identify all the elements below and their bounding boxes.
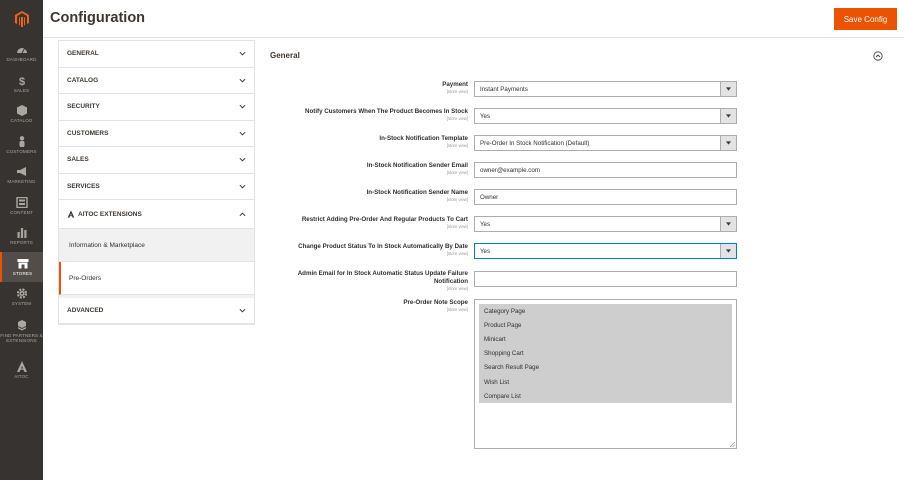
person-icon [19, 135, 24, 147]
nav-sales[interactable]: $ Sales [0, 69, 43, 100]
scope-label: [store view] [446, 116, 468, 121]
option-minicart[interactable]: Minicart [479, 332, 732, 347]
caret-down-icon [726, 114, 731, 118]
store-icon [17, 258, 28, 269]
tab-security[interactable]: SECURITY [59, 94, 254, 121]
magento-logo-icon[interactable] [0, 0, 43, 38]
field-label: In-Stock Notification Sender Email [366, 162, 468, 169]
resize-handle-icon[interactable] [729, 441, 735, 447]
save-config-button[interactable]: Save Config [834, 8, 897, 30]
option-shopping-cart[interactable]: Shopping Cart [479, 346, 732, 361]
notify-customers-select[interactable]: Yes [474, 108, 737, 124]
page-title: Configuration [50, 10, 146, 26]
admin-email-input[interactable] [474, 271, 737, 287]
chevron-down-icon [239, 131, 246, 136]
option-category-page[interactable]: Category Page [479, 304, 732, 319]
field-label: Pre-Order Note Scope [403, 299, 468, 306]
megaphone-icon [16, 167, 26, 177]
box-icon [16, 105, 27, 117]
option-product-page[interactable]: Product Page [479, 318, 732, 333]
caret-down-icon [726, 87, 731, 91]
change-status-select[interactable]: Yes [474, 243, 737, 259]
field-label: Admin Email for In Stock Automatic Statu… [297, 270, 468, 285]
cubes-icon [17, 320, 26, 331]
scope-label: [store view] [446, 143, 468, 148]
svg-text:$: $ [18, 76, 24, 86]
tab-services[interactable]: SERVICES [59, 173, 254, 200]
admin-sidebar: Dashboard $ Sales Catalog Customers Mark… [0, 0, 43, 480]
nav-customers[interactable]: Customers [0, 130, 43, 161]
field-label: Payment [442, 81, 468, 88]
dollar-icon: $ [18, 76, 24, 86]
field-label: Notify Customers When The Product Become… [305, 108, 468, 115]
scope-label: [store view] [446, 89, 468, 94]
layout-icon [15, 196, 28, 208]
tab-advanced[interactable]: ADVANCED [59, 295, 254, 324]
scope-label: [store view] [446, 286, 468, 291]
nav-catalog[interactable]: Catalog [0, 99, 43, 130]
header-divider [43, 37, 904, 38]
config-tabs: GENERAL CATALOG SECURITY CUSTOMERS SALES… [58, 40, 255, 325]
nav-stores[interactable]: Stores [0, 251, 43, 282]
field-label: In-Stock Notification Sender Name [366, 189, 468, 196]
dashboard-icon [16, 48, 27, 54]
scope-label: [store view] [446, 197, 468, 202]
payment-select[interactable]: Instant Payments [474, 81, 737, 97]
nav-content[interactable]: Content [0, 191, 43, 222]
section-title[interactable]: General [270, 51, 300, 60]
nav-dashboard[interactable]: Dashboard [0, 38, 43, 69]
nav-reports[interactable]: Reports [0, 221, 43, 252]
chevron-down-icon [239, 184, 246, 189]
chevron-up-icon [239, 211, 246, 216]
tab-sales[interactable]: SALES [59, 147, 254, 174]
caret-down-icon [726, 249, 731, 253]
restrict-adding-select[interactable]: Yes [474, 216, 737, 232]
sender-email-input[interactable]: owner@example.com [474, 162, 737, 178]
notification-template-select[interactable]: Pre-Order In Stock Notification (Default… [474, 135, 737, 151]
nav-find-partners[interactable]: Find Partners & Extensions [0, 313, 43, 351]
field-label: Restrict Adding Pre-Order And Regular Pr… [301, 216, 468, 223]
scope-label: [store view] [446, 307, 468, 312]
sender-name-input[interactable]: Owner [474, 189, 737, 205]
tab-aitoc-extensions[interactable]: AITOC EXTENSIONS [59, 200, 254, 229]
scope-label: [store view] [446, 251, 468, 256]
scope-label: [store view] [446, 224, 468, 229]
aitoc-logo-icon [67, 210, 75, 218]
scope-label: [store view] [446, 170, 468, 175]
bar-chart-icon [17, 228, 26, 239]
collapse-circle-icon[interactable] [873, 51, 883, 61]
tab-aitoc-label: AITOC EXTENSIONS [78, 210, 142, 218]
option-wish-list[interactable]: Wish List [479, 374, 732, 390]
nav-marketing[interactable]: Marketing [0, 160, 43, 191]
chevron-down-icon [239, 105, 246, 109]
chevron-down-icon [239, 308, 246, 313]
chevron-down-icon [239, 52, 246, 56]
field-label: Change Product Status To In Stock Automa… [298, 243, 468, 250]
caret-down-icon [726, 222, 731, 226]
option-search-result-page[interactable]: Search Result Page [479, 360, 732, 375]
tab-general[interactable]: GENERAL [59, 41, 254, 68]
chevron-down-icon [239, 78, 246, 83]
caret-down-icon [726, 141, 731, 145]
option-compare-list[interactable]: Compare List [479, 389, 732, 404]
aitoc-logo-icon [16, 360, 27, 372]
nav-aitoc[interactable]: Aitoc [0, 351, 43, 389]
note-scope-multiselect[interactable]: Category Page Product Page Minicart Shop… [474, 299, 737, 449]
field-label: In-Stock Notification Template [379, 135, 468, 142]
tab-item-pre-orders[interactable]: Pre-Orders [59, 262, 254, 295]
gear-icon [16, 288, 27, 299]
tab-catalog[interactable]: CATALOG [59, 67, 254, 94]
nav-system[interactable]: System [0, 282, 43, 313]
chevron-down-icon [239, 158, 246, 162]
tab-customers[interactable]: CUSTOMERS [59, 120, 254, 147]
tab-item-information-marketplace[interactable]: Information & Marketplace [59, 229, 254, 262]
